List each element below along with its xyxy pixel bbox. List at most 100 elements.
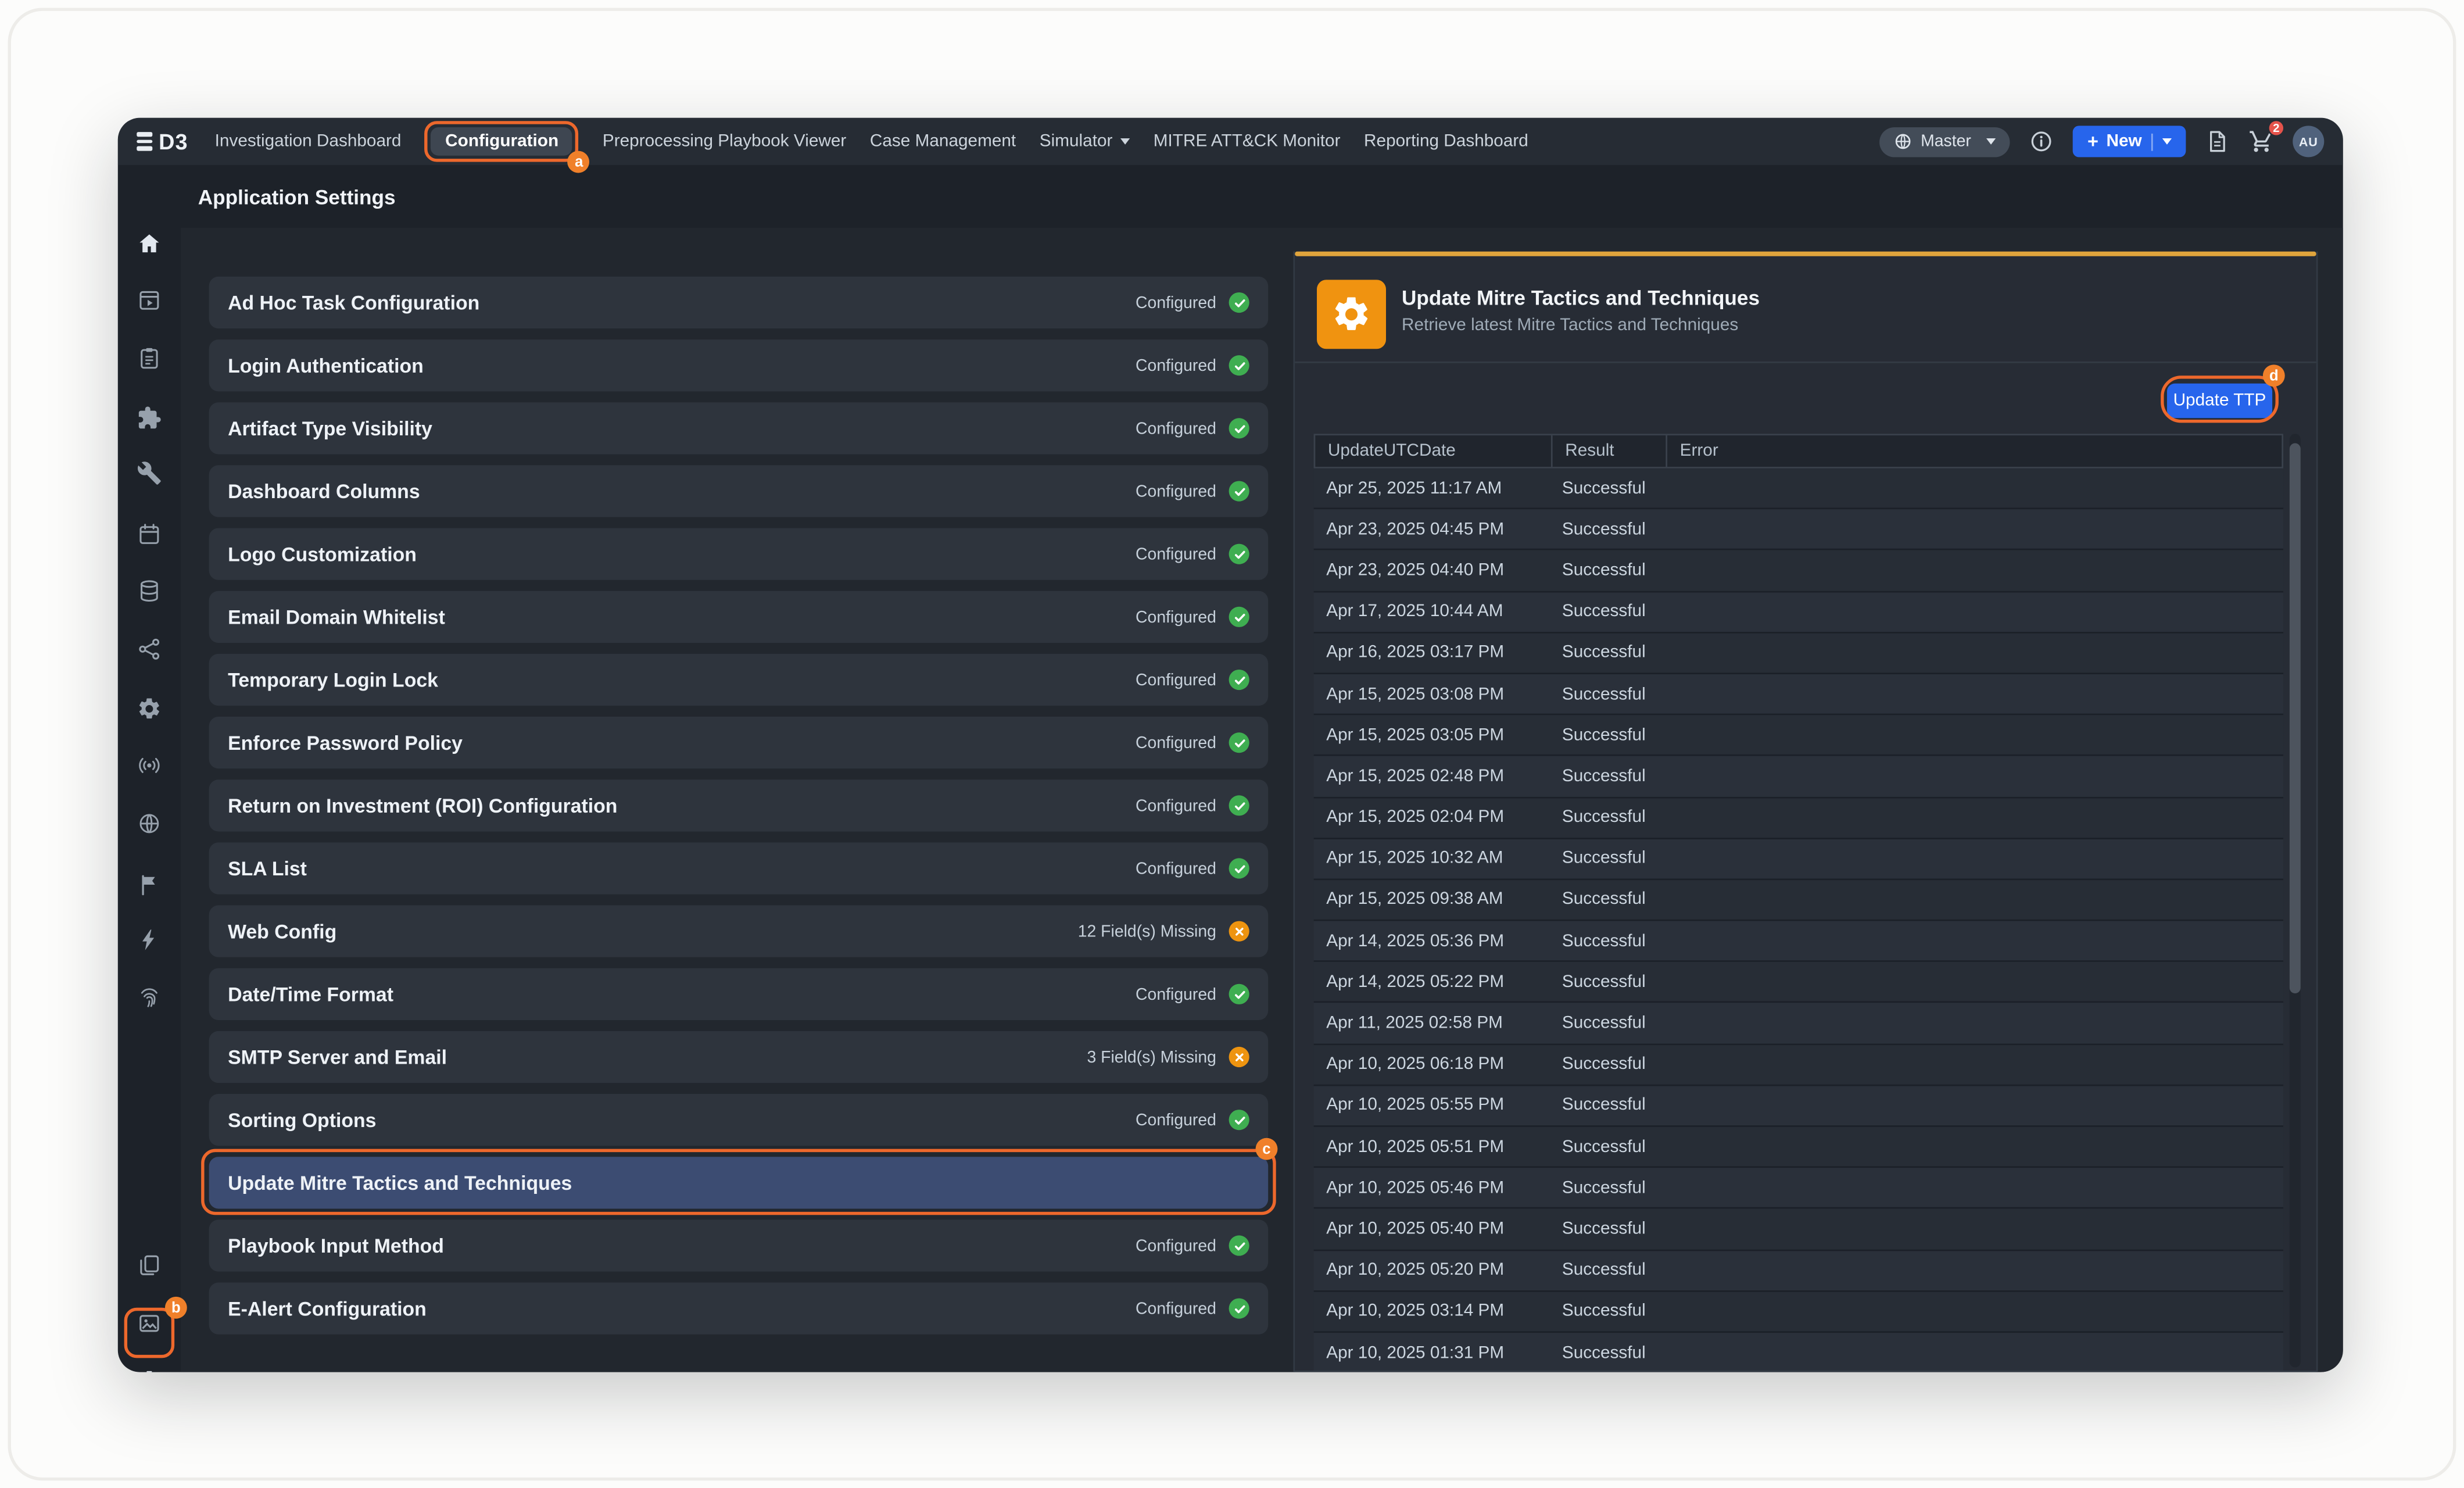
log-result: Successful <box>1549 1302 1664 1321</box>
settings-item[interactable]: Artifact Type VisibilityConfigured <box>209 402 1269 454</box>
settings-item[interactable]: Dashboard ColumnsConfigured <box>209 465 1269 517</box>
settings-item[interactable]: Playbook Input MethodConfigured <box>209 1219 1269 1271</box>
settings-item[interactable]: Return on Investment (ROI) Configuration… <box>209 779 1269 831</box>
new-button[interactable]: +New <box>2073 126 2186 157</box>
ttp-log-row: Apr 10, 2025 05:40 PMSuccessful <box>1314 1209 2283 1250</box>
settings-item[interactable]: Login Authentication Configured <box>209 339 1269 391</box>
globe-icon <box>1894 132 1913 151</box>
chevron-down-icon <box>1120 138 1130 145</box>
calendar-icon[interactable] <box>137 522 162 547</box>
settings-item[interactable]: SLA ListConfigured <box>209 842 1269 894</box>
settings-item-label: Date/Time Format <box>228 983 393 1005</box>
log-result: Successful <box>1549 561 1664 580</box>
ttp-log-row: Apr 10, 2025 03:14 PMSuccessful <box>1314 1292 2283 1333</box>
settings-item[interactable]: Update Mitre Tactics and Techniques <box>209 1157 1269 1208</box>
log-result: Successful <box>1549 1138 1664 1156</box>
cart-badge: 2 <box>2268 120 2285 137</box>
settings-item-status-group: 3 Field(s) Missing <box>1087 1047 1249 1067</box>
d3-logo[interactable]: D3 <box>137 129 188 154</box>
settings-item-label: SMTP Server and Email <box>228 1046 447 1068</box>
configured-check-icon <box>1229 1299 1249 1319</box>
settings-item-status-group: Configured <box>1136 481 1249 501</box>
settings-item[interactable]: SMTP Server and Email 3 Field(s) Missing <box>209 1031 1269 1083</box>
settings-item-status: Configured <box>1136 796 1216 815</box>
environment-selector[interactable]: Master <box>1880 127 2011 156</box>
geo-monitor-icon[interactable] <box>137 811 162 836</box>
tab-reporting-dashboard[interactable]: Reporting Dashboard <box>1364 132 1528 151</box>
settings-gear-icon[interactable] <box>137 696 162 721</box>
link-analysis-icon[interactable] <box>137 636 162 661</box>
settings-item[interactable]: Temporary Login Lock Configured <box>209 654 1269 706</box>
log-date: Apr 15, 2025 03:08 PM <box>1314 685 1550 703</box>
log-result: Successful <box>1549 1055 1664 1074</box>
settings-item[interactable]: Logo CustomizationConfigured <box>209 528 1269 580</box>
settings-item-status: Configured <box>1136 859 1216 878</box>
d3-logo-text: D3 <box>159 129 188 154</box>
configured-check-icon <box>1229 607 1249 627</box>
settings-item-status: Configured <box>1136 1236 1216 1255</box>
settings-item-status: Configured <box>1136 356 1216 374</box>
configured-check-icon <box>1229 795 1249 815</box>
log-result: Successful <box>1549 890 1664 909</box>
settings-item-label: Login Authentication <box>228 355 424 377</box>
settings-item-status-group: Configured <box>1136 607 1249 627</box>
escalation-flag-icon[interactable] <box>137 872 162 897</box>
page-header: Application Settings <box>118 165 2343 228</box>
fields-missing-x-icon <box>1229 1047 1249 1067</box>
panel-gear-icon <box>1317 280 1386 349</box>
log-result: Successful <box>1549 726 1664 745</box>
utilities-icon[interactable] <box>137 460 162 485</box>
tab-configuration[interactable]: Configuration <box>431 127 573 156</box>
settings-item-status: 3 Field(s) Missing <box>1087 1047 1216 1066</box>
column-result: Result <box>1551 435 1666 467</box>
log-result: Successful <box>1549 1178 1664 1197</box>
column-updateutcdate: UpdateUTCDate <box>1315 435 1551 467</box>
settings-item[interactable]: Date/Time FormatConfigured <box>209 968 1269 1020</box>
settings-item[interactable]: Web Config12 Field(s) Missing <box>209 906 1269 957</box>
avatar[interactable]: AU <box>2293 126 2324 157</box>
integrations-icon[interactable] <box>137 406 162 431</box>
update-ttp-button[interactable]: Update TTP <box>2167 384 2272 418</box>
log-date: Apr 15, 2025 03:05 PM <box>1314 726 1550 745</box>
broadcast-icon[interactable] <box>137 753 162 778</box>
info-icon[interactable] <box>2029 129 2054 154</box>
tab-case-management[interactable]: Case Management <box>870 132 1016 151</box>
home-icon[interactable] <box>137 231 162 256</box>
settings-item[interactable]: Enforce Password PolicyConfigured <box>209 717 1269 768</box>
settings-item-status-group: Configured <box>1136 418 1249 438</box>
tab-simulator-label: Simulator <box>1040 132 1113 151</box>
ttp-log-row: Apr 15, 2025 03:08 PMSuccessful <box>1314 674 2283 716</box>
settings-item-status: Configured <box>1136 482 1216 500</box>
settings-item-status-group: Configured <box>1136 1110 1249 1130</box>
log-result: Successful <box>1549 520 1664 538</box>
settings-item[interactable]: Ad Hoc Task ConfigurationConfigured <box>209 277 1269 328</box>
tab-mitre-attck-monitor[interactable]: MITRE ATT&CK Monitor <box>1154 132 1341 151</box>
settings-item-status-group: Configured <box>1136 670 1249 690</box>
tab-simulator[interactable]: Simulator <box>1040 132 1130 151</box>
ttp-log-row: Apr 11, 2025 02:58 PMSuccessful <box>1314 1003 2283 1045</box>
tab-investigation-dashboard[interactable]: Investigation Dashboard <box>215 132 402 151</box>
database-icon[interactable] <box>137 578 162 603</box>
ttp-log-row: Apr 15, 2025 02:04 PMSuccessful <box>1314 797 2283 839</box>
ttp-log-row: Apr 10, 2025 05:55 PMSuccessful <box>1314 1086 2283 1127</box>
table-scrollbar-thumb[interactable] <box>2290 443 2301 993</box>
tab-preprocessing-playbook-viewer[interactable]: Preprocessing Playbook Viewer <box>603 132 846 151</box>
cart-icon[interactable]: 2 <box>2249 129 2274 154</box>
document-icon[interactable] <box>2205 129 2230 154</box>
playbook-schedule-icon[interactable] <box>137 288 162 313</box>
settings-item[interactable]: E-Alert ConfigurationConfigured <box>209 1283 1269 1335</box>
chevron-down-icon <box>2162 138 2172 145</box>
settings-item[interactable]: Sorting OptionsConfigured <box>209 1094 1269 1146</box>
copy-pages-icon[interactable] <box>137 1253 162 1278</box>
settings-item-label: Temporary Login Lock <box>228 669 438 691</box>
ttp-log-row: Apr 10, 2025 05:46 PMSuccessful <box>1314 1168 2283 1210</box>
plus-icon: + <box>2087 130 2098 152</box>
app-window: D3 Investigation Dashboard Configuration… <box>118 118 2343 1372</box>
settings-item[interactable]: Email Domain WhitelistConfigured <box>209 591 1269 643</box>
ttp-log-row: Apr 10, 2025 06:18 PMSuccessful <box>1314 1045 2283 1086</box>
app-settings-gear-icon[interactable] <box>137 1369 162 1372</box>
report-icon[interactable] <box>137 346 162 371</box>
media-library-icon[interactable] <box>137 1311 162 1336</box>
automation-icon[interactable] <box>137 927 162 952</box>
fingerprint-icon[interactable] <box>137 984 162 1009</box>
